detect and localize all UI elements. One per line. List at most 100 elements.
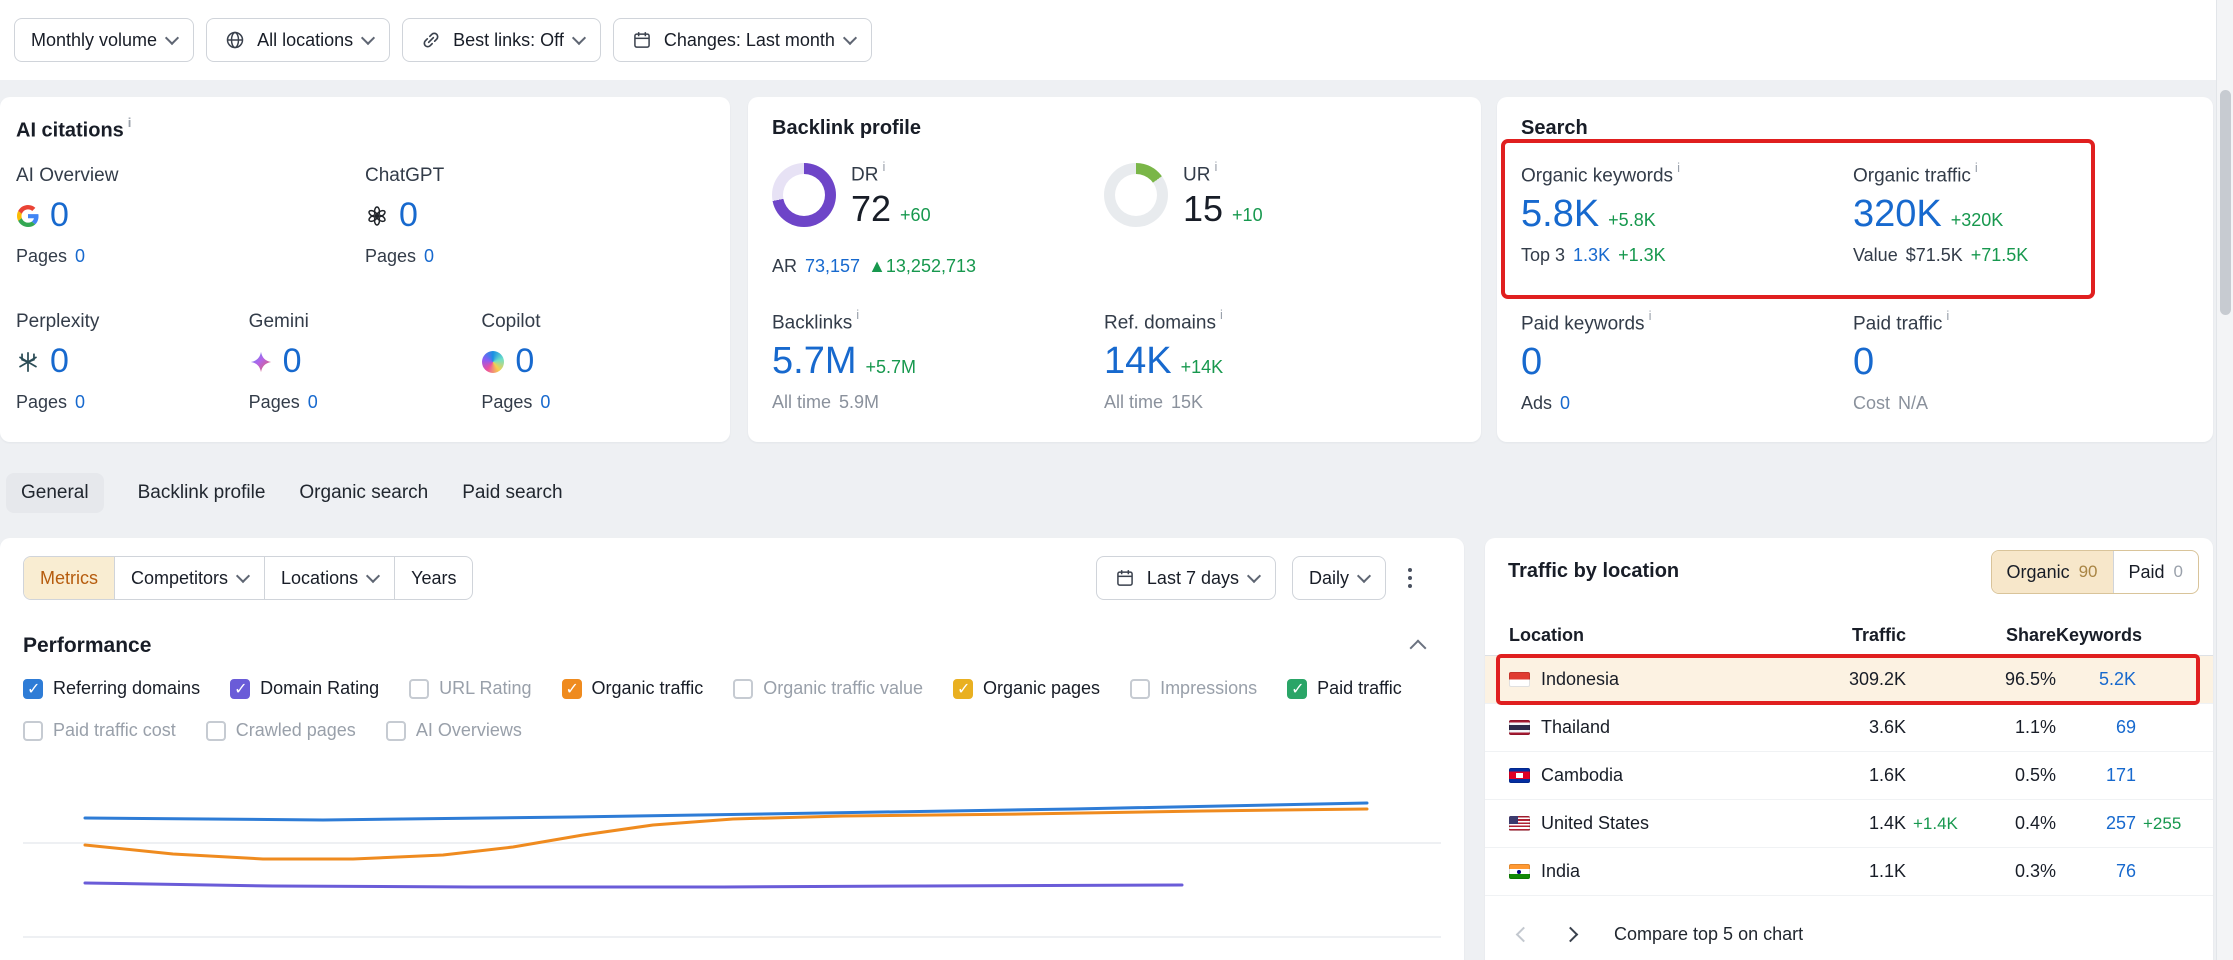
performance-chart [23,763,1441,960]
ref-domains-value-link[interactable]: 14K [1104,340,1172,384]
keywords-link[interactable]: 257 [2106,813,2136,833]
tab-paid-search[interactable]: Paid search [462,473,562,513]
checkbox-organic-traffic[interactable]: Organic traffic [562,678,704,699]
checkbox-url-rating[interactable]: URL Rating [409,678,531,699]
alltime-value: 5.9M [839,392,879,413]
checkbox-domain-rating[interactable]: Domain Rating [230,678,379,699]
pages-count-link[interactable]: 0 [75,392,85,413]
location-row-thailand[interactable]: Thailand 3.6K 1.1% 69 [1485,704,2213,752]
pages-label: Pages [16,246,67,267]
segment-years[interactable]: Years [394,557,472,599]
top3-value-link[interactable]: 1.3K [1573,245,1610,266]
vertical-scrollbar[interactable] [2216,0,2233,960]
indonesia-flag-icon [1509,672,1530,687]
ai-item-label: Copilot [481,311,714,333]
checkbox-box [23,679,43,699]
checkbox-crawled-pages[interactable]: Crawled pages [206,720,356,741]
changes-filter[interactable]: Changes: Last month [613,18,872,62]
calendar-icon [1113,566,1137,590]
paid-traffic-metric: Paid traffic 0 Cost N/A [1853,310,2189,414]
paid-keywords-value-link[interactable]: 0 [1521,341,1542,385]
view-segments: Metrics Competitors Locations Years [23,556,473,600]
tab-general[interactable]: General [6,473,104,513]
chatgpt-count[interactable]: 0 [399,196,418,235]
date-range-button[interactable]: Last 7 days [1096,556,1276,600]
granularity-button[interactable]: Daily [1292,556,1386,600]
traffic-value: 1.4K [1869,813,1906,833]
checkbox-impressions[interactable]: Impressions [1130,678,1257,699]
checkbox-paid-traffic-cost[interactable]: Paid traffic cost [23,720,176,741]
search-title: Search [1521,117,2189,140]
ads-value-link[interactable]: 0 [1560,393,1570,414]
collapse-chevron-icon[interactable] [1410,640,1427,657]
keywords-link[interactable]: 76 [2116,861,2136,881]
organic-count-badge: 90 [2079,562,2098,582]
segment-competitors[interactable]: Competitors [114,557,264,599]
ar-delta: ▲13,252,713 [868,256,976,277]
keywords-link[interactable]: 69 [2116,717,2136,737]
compare-top5-link[interactable]: Compare top 5 on chart [1614,924,1803,945]
organic-keywords-label-text: Organic keywords [1521,165,1673,186]
paid-toggle[interactable]: Paid 0 [2113,551,2199,593]
ur-label: UR [1183,161,1263,186]
chevron-down-icon [1357,568,1371,582]
checkbox-box [409,679,429,699]
next-page-button[interactable] [1555,921,1586,948]
scrollbar-thumb[interactable] [2220,90,2231,315]
keywords-link[interactable]: 171 [2106,765,2136,785]
gemini-count[interactable]: 0 [283,342,302,381]
monthly-volume-filter[interactable]: Monthly volume [14,18,194,62]
locations-filter[interactable]: All locations [206,18,390,62]
ai-item-label: ChatGPT [365,165,714,187]
location-row-india[interactable]: India 1.1K 0.3% 76 [1485,848,2213,896]
location-row-indonesia[interactable]: Indonesia 309.2K 96.5% 5.2K [1485,656,2213,704]
segment-locations[interactable]: Locations [264,557,394,599]
tab-organic-search[interactable]: Organic search [299,473,428,513]
more-options-button[interactable] [1402,560,1418,596]
checkbox-organic-pages[interactable]: Organic pages [953,678,1100,699]
copilot-count[interactable]: 0 [515,342,534,381]
url-rating-gauge: UR 15 +10 [1104,160,1457,230]
backlinks-value-link[interactable]: 5.7M [772,340,856,384]
best-links-filter[interactable]: Best links: Off [402,18,601,62]
location-row-united-states[interactable]: United States 1.4K+1.4K 0.4% 257+255 [1485,800,2213,848]
pages-count-link[interactable]: 0 [308,392,318,413]
checkbox-label: Domain Rating [260,678,379,699]
location-name: Cambodia [1541,765,1623,786]
ai-overview-count[interactable]: 0 [50,196,69,235]
organic-traffic-label: Organic traffic [1853,162,2189,187]
info-icon [1649,308,1652,323]
location-row-cambodia[interactable]: Cambodia 1.6K 0.5% 171 [1485,752,2213,800]
organic-toggle[interactable]: Organic 90 [1992,551,2113,593]
checkbox-organic-traffic-value[interactable]: Organic traffic value [733,678,923,699]
checkbox-label: Referring domains [53,678,200,699]
perplexity-count[interactable]: 0 [50,342,69,381]
organic-traffic-value-link[interactable]: 320K [1853,193,1942,237]
checkbox-paid-traffic[interactable]: Paid traffic [1287,678,1402,699]
dr-label-text: DR [851,164,878,185]
checkbox-label: Paid traffic [1317,678,1402,699]
checkbox-referring-domains[interactable]: Referring domains [23,678,200,699]
ur-donut-icon [1104,163,1168,227]
backlink-profile-title-text: Backlink profile [772,117,921,139]
paid-traffic-value-link[interactable]: 0 [1853,341,1874,385]
checkbox-ai-overviews[interactable]: AI Overviews [386,720,522,741]
ads-label: Ads [1521,393,1552,414]
segment-metrics[interactable]: Metrics [24,557,114,599]
globe-icon [223,28,247,52]
ai-item-copilot: Copilot 0 Pages 0 [481,311,714,413]
pages-count-link[interactable]: 0 [540,392,550,413]
chevron-down-icon [1247,568,1261,582]
keywords-link[interactable]: 5.2K [2099,669,2136,689]
pages-count-link[interactable]: 0 [424,246,434,267]
organic-keywords-value-link[interactable]: 5.8K [1521,193,1599,237]
ar-label: AR [772,256,797,277]
alltime-label: All time [1104,392,1163,413]
tab-backlink-profile[interactable]: Backlink profile [138,473,266,513]
value-label: Value [1853,245,1898,266]
prev-page-button[interactable] [1508,921,1539,948]
checkbox-box [230,679,250,699]
ar-value-link[interactable]: 73,157 [805,256,860,277]
paid-toggle-label: Paid [2129,562,2165,583]
pages-count-link[interactable]: 0 [75,246,85,267]
